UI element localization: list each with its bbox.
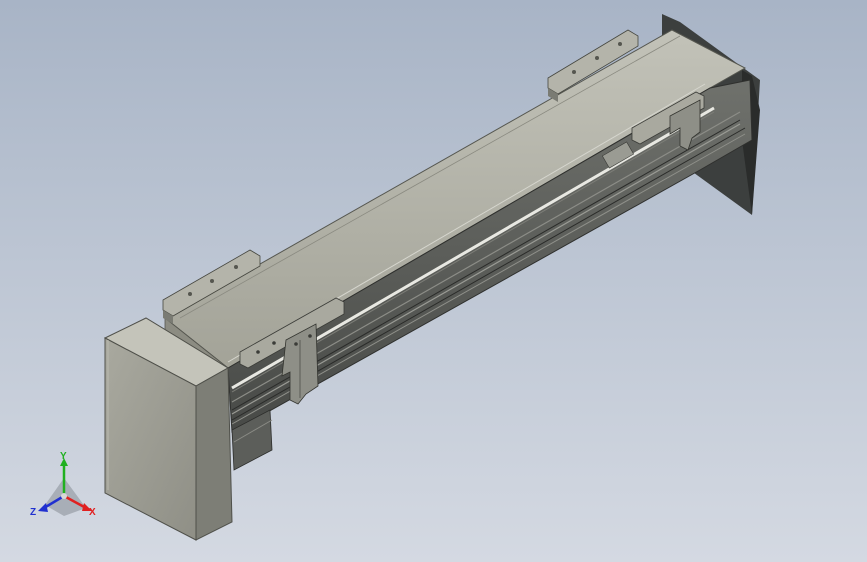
z-axis-label: Z — [30, 507, 36, 518]
orientation-triad[interactable]: Y X Z — [30, 451, 96, 518]
cad-viewport[interactable]: Y X Z — [0, 0, 867, 562]
x-axis-label: X — [89, 507, 96, 518]
rail-body — [164, 29, 753, 433]
rail-top-face — [164, 29, 747, 369]
motor-housing-side — [195, 367, 233, 541]
y-axis-label: Y — [60, 451, 67, 462]
